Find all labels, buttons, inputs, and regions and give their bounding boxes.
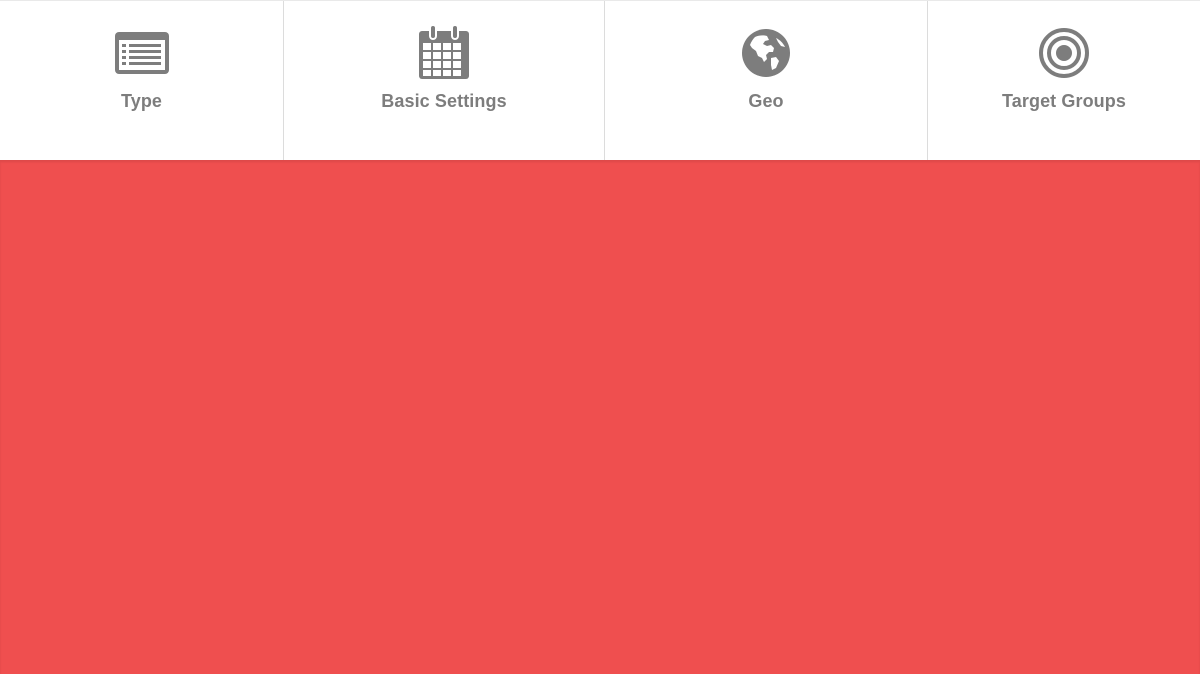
wizard-step-label: Target Groups — [1002, 91, 1126, 111]
wizard-step-geo[interactable]: Geo — [604, 1, 927, 161]
globe-icon — [738, 25, 794, 81]
wizard-step-nav: Type Basic Settings Geo Target Groups — [0, 0, 1200, 161]
wizard-step-basic-settings[interactable]: Basic Settings — [283, 1, 604, 161]
wizard-step-label: Basic Settings — [381, 91, 507, 111]
page: Type Basic Settings Geo Target Groups — [0, 0, 1200, 674]
target-icon — [1036, 25, 1092, 81]
wizard-step-type[interactable]: Type — [0, 1, 283, 161]
calendar-icon — [416, 25, 472, 81]
list-icon — [114, 25, 170, 81]
wizard-step-label: Geo — [748, 91, 784, 111]
content-panel — [0, 160, 1200, 674]
wizard-step-target-groups[interactable]: Target Groups — [927, 1, 1200, 161]
wizard-step-label: Type — [120, 91, 163, 111]
